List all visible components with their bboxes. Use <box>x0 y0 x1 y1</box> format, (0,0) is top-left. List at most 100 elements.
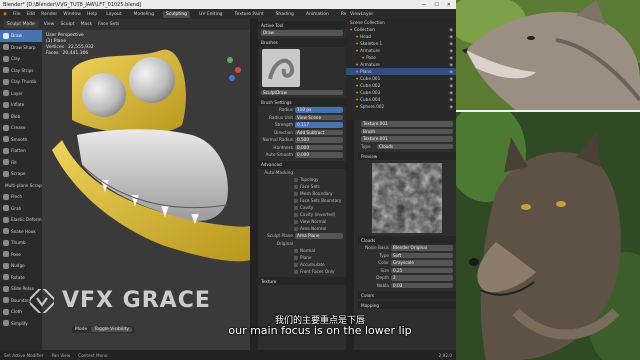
visibility-eye-icon[interactable]: ◉ <box>449 69 456 74</box>
outliner-item[interactable]: ▾ Cube.001 ◉ <box>346 75 456 82</box>
outliner-scene-collection[interactable]: Scene Collection <box>346 19 456 26</box>
texture-name-field-2[interactable]: Texture.001 <box>361 136 453 142</box>
tab-shading[interactable]: Shading <box>273 11 297 18</box>
checkbox[interactable] <box>294 248 298 253</box>
menu-edit[interactable]: Edit <box>26 12 35 17</box>
checkbox-row[interactable]: Accumulate <box>258 261 346 268</box>
checkbox[interactable] <box>294 198 298 203</box>
checkbox-row[interactable]: Mesh Boundary <box>258 190 346 197</box>
checkbox-row[interactable]: Area Normal <box>258 225 346 232</box>
section-preview[interactable]: Preview <box>358 152 456 160</box>
tool-layer[interactable]: Layer <box>0 88 42 100</box>
section-colors[interactable]: Colors <box>358 291 456 299</box>
checkbox-row[interactable]: Front Faces Only <box>258 268 346 275</box>
outliner-item[interactable]: ▾ Cube.003 ◉ <box>346 89 456 96</box>
clouds-setting-field[interactable]: 0.25 <box>391 267 453 273</box>
brush-setting-field[interactable]: 110 px <box>295 107 343 113</box>
section-brush-settings[interactable]: Brush Settings <box>258 98 346 106</box>
tool-clay-strips[interactable]: Clay Strips <box>0 65 42 77</box>
menu-face-sets[interactable]: Face Sets <box>98 22 119 27</box>
tab-layout[interactable]: Layout <box>103 11 124 18</box>
tab-animation[interactable]: Animation <box>303 11 332 18</box>
texture-brush-field[interactable]: Brush <box>361 128 453 134</box>
tool-blob[interactable]: Blob <box>0 111 42 123</box>
visibility-eye-icon[interactable]: ◉ <box>449 41 456 46</box>
tool-elastic-deform[interactable]: Elastic Deform <box>0 214 42 226</box>
visibility-eye-icon[interactable]: ◉ <box>449 62 456 67</box>
tool-clay[interactable]: Clay <box>0 53 42 65</box>
tab-uv-editing[interactable]: UV Editing <box>196 11 225 18</box>
clouds-setting-field[interactable]: Soft <box>391 252 453 258</box>
checkbox-row[interactable]: Plane <box>258 254 346 261</box>
visibility-eye-icon[interactable]: ◉ <box>449 34 456 39</box>
checkbox[interactable] <box>294 205 298 210</box>
visibility-eye-icon[interactable]: ◉ <box>449 48 456 53</box>
visibility-eye-icon[interactable]: ◉ <box>449 55 456 60</box>
visibility-eye-icon[interactable]: ◉ <box>449 76 456 81</box>
mode-selector[interactable]: Sculpt Mode <box>4 21 38 28</box>
menu-file[interactable]: File <box>13 12 21 17</box>
brush-setting-field[interactable]: 0.000 <box>295 144 343 150</box>
menu-sculpt[interactable]: Sculpt <box>60 22 74 27</box>
tool-crease[interactable]: Crease <box>0 122 42 134</box>
menu-render[interactable]: Render <box>41 12 57 17</box>
visibility-eye-icon[interactable]: ◉ <box>449 27 456 32</box>
checkbox-row[interactable]: Cavity (inverted) <box>258 211 346 218</box>
brush-name-field[interactable]: SculptDraw <box>261 89 343 95</box>
maximize-button[interactable]: ☐ <box>434 2 438 8</box>
visibility-eye-icon[interactable]: ◉ <box>449 104 456 109</box>
clouds-setting-field[interactable]: 2 <box>391 275 453 281</box>
outliner-item[interactable]: ▾ Skeleton.1 ◉ <box>346 40 456 47</box>
checkbox[interactable] <box>294 255 298 260</box>
outliner-item[interactable]: ▾ Cube.002 ◉ <box>346 82 456 89</box>
tool-snake-hook[interactable]: Snake Hook <box>0 226 42 238</box>
section-texture[interactable]: Texture <box>258 277 346 285</box>
sculpt-plane-dropdown[interactable]: Area Plane <box>295 233 343 239</box>
outliner-item[interactable]: ▾ Plane ◉ <box>346 68 456 75</box>
checkbox-row[interactable]: Cavity <box>258 204 346 211</box>
view-layer-selector[interactable]: ViewLayer <box>350 12 373 17</box>
menu-help[interactable]: Help <box>87 12 97 17</box>
tool-draw[interactable]: Draw <box>0 30 42 42</box>
menu-window[interactable]: Window <box>63 12 81 17</box>
section-mapping[interactable]: Mapping <box>358 301 456 309</box>
checkbox-row[interactable]: Topology <box>258 176 346 183</box>
clouds-setting-field[interactable]: 0.03 <box>391 282 453 288</box>
checkbox-row[interactable]: View Normal <box>258 218 346 225</box>
checkbox-row[interactable]: Normal <box>258 247 346 254</box>
tool-clay-thumb[interactable]: Clay Thumb <box>0 76 42 88</box>
active-tool-name[interactable]: Draw <box>261 30 343 36</box>
brush-setting-field[interactable]: 0.000 <box>295 152 343 158</box>
tool-pinch[interactable]: Pinch <box>0 191 42 203</box>
brush-preview[interactable] <box>262 48 300 87</box>
tool-smooth[interactable]: Smooth <box>0 134 42 146</box>
tool-draw-sharp[interactable]: Draw Sharp <box>0 42 42 54</box>
tool-fill[interactable]: Fill <box>0 157 42 169</box>
brush-setting-field[interactable]: Add Subtract <box>295 129 343 135</box>
tool-scrape[interactable]: Scrape <box>0 168 42 180</box>
checkbox-row[interactable]: Face Sets Boundary <box>258 197 346 204</box>
tab-modeling[interactable]: Modeling <box>131 11 157 18</box>
section-advanced[interactable]: Advanced <box>258 160 346 169</box>
minimize-button[interactable]: — <box>421 2 426 8</box>
outliner-item[interactable]: ▾ Armature ◉ <box>346 61 456 68</box>
brush-setting-field[interactable]: 0.500 <box>295 137 343 143</box>
tool-rotate[interactable]: Rotate <box>0 272 42 284</box>
checkbox[interactable] <box>294 177 298 182</box>
tool-multi-plane-scrape[interactable]: Multi-plane Scrape <box>0 180 44 192</box>
section-clouds[interactable]: Clouds <box>358 236 456 244</box>
outliner-item[interactable]: ▾ Pose ◉ <box>346 54 456 61</box>
tab-texture-paint[interactable]: Texture Paint <box>232 11 267 18</box>
blender-logo-icon[interactable]: ◉ <box>3 12 7 17</box>
checkbox[interactable] <box>294 219 298 224</box>
checkbox[interactable] <box>294 262 298 267</box>
type-dropdown[interactable]: Clouds <box>377 143 453 149</box>
checkbox[interactable] <box>294 212 298 217</box>
checkbox-row[interactable]: Face Sets <box>258 183 346 190</box>
visibility-eye-icon[interactable]: ◉ <box>449 90 456 95</box>
visibility-eye-icon[interactable]: ◉ <box>449 83 456 88</box>
menu-mask[interactable]: Mask <box>81 22 93 27</box>
tool-flatten[interactable]: Flatten <box>0 145 42 157</box>
checkbox[interactable] <box>294 184 298 189</box>
outliner-item[interactable]: ▾ Sphere.002 ◉ <box>346 103 456 110</box>
